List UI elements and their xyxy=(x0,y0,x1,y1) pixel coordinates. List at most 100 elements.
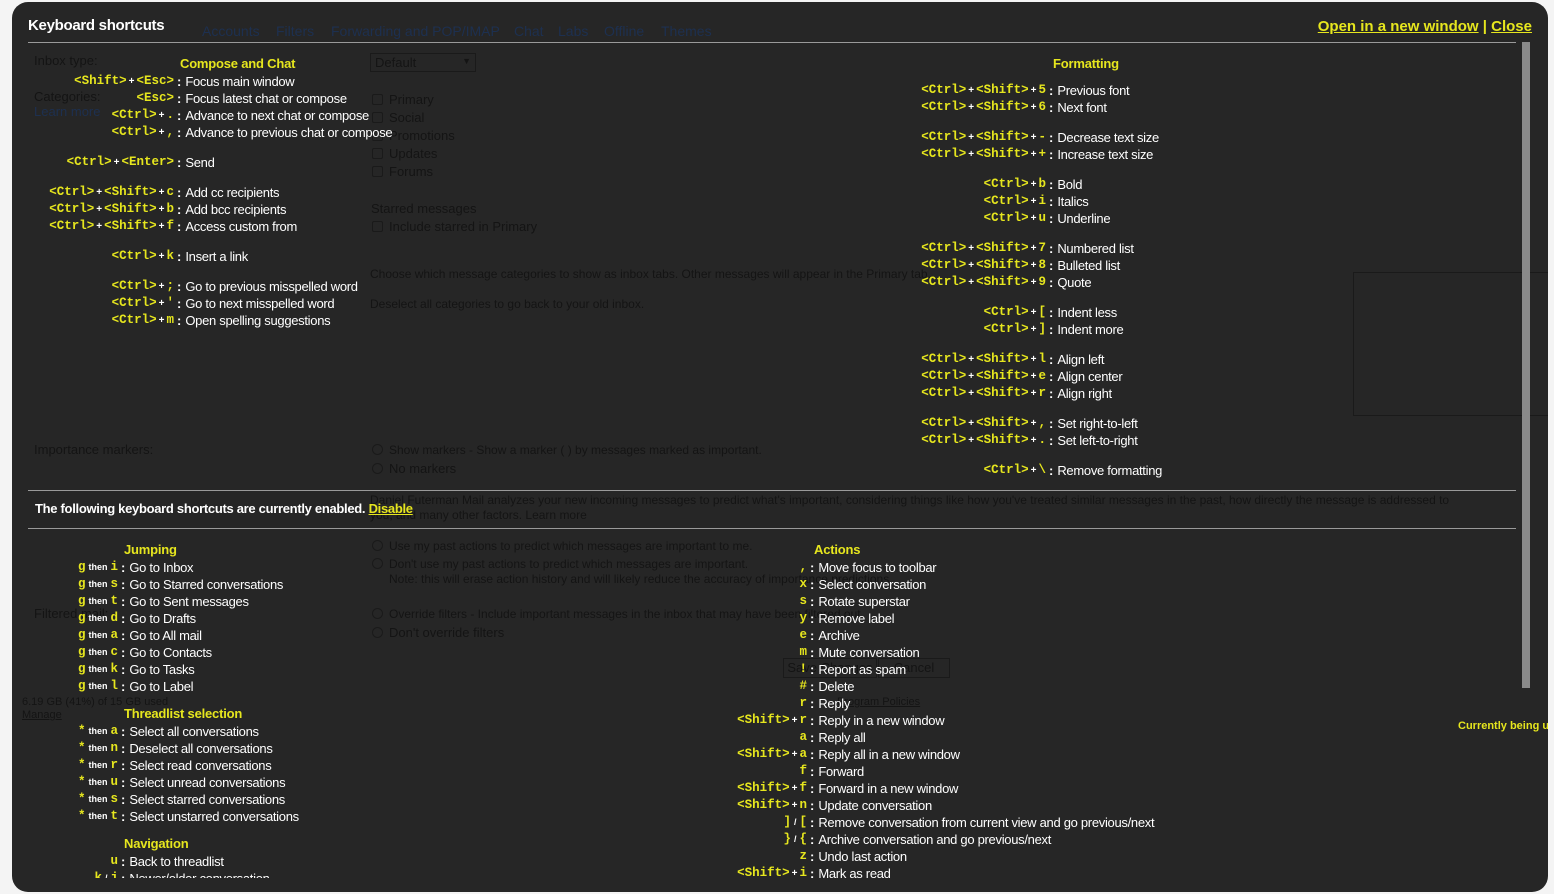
shortcut-description: Deselect all conversations xyxy=(129,741,273,756)
shortcut-description: Open spelling suggestions xyxy=(185,313,331,328)
shortcut-row: <Ctrl> + <Shift> + +: Increase text size xyxy=(886,146,1153,163)
key-token: x xyxy=(799,577,807,591)
key-token: 5 xyxy=(1038,83,1046,97)
key-token: + xyxy=(158,251,165,262)
key-token: <Shift> xyxy=(976,433,1029,447)
shortcut-description: Archive conversation and go previous/nex… xyxy=(818,832,1052,847)
key-token: r xyxy=(1038,386,1046,400)
key-token: a xyxy=(799,730,807,744)
key-separator: : xyxy=(177,249,182,264)
key-token: <Shift> xyxy=(104,202,157,216)
shortcut-description: Select all conversations xyxy=(129,724,259,739)
shortcut-description: Mute conversation xyxy=(818,645,920,660)
shortcut-description: Advance to previous chat or compose xyxy=(185,125,393,140)
shortcut-key: <Ctrl> + ' xyxy=(14,295,174,312)
shortcut-description: Align right xyxy=(1057,386,1112,401)
key-token: i xyxy=(1038,194,1046,208)
shortcut-key: * then n xyxy=(58,740,118,757)
shortcut-row: g then s: Go to Starred conversations xyxy=(58,576,283,593)
shortcut-key: <Ctrl> + <Shift> + - xyxy=(886,129,1046,146)
key-token: + xyxy=(968,102,975,113)
close-link[interactable]: Close xyxy=(1491,18,1532,35)
section-heading-jumping: Jumping xyxy=(124,542,177,557)
shortcut-description: Underline xyxy=(1057,211,1111,226)
shortcut-row: <Ctrl> + <Enter>: Send xyxy=(14,154,215,171)
scrollbar[interactable] xyxy=(1522,42,1530,688)
shortcut-key: <Ctrl> + <Shift> + l xyxy=(886,351,1046,368)
shortcut-row: <Shift> + n: Update conversation xyxy=(707,797,932,814)
key-token: <Shift> xyxy=(976,275,1029,289)
shortcut-key: x xyxy=(707,576,807,593)
key-separator: : xyxy=(810,866,815,878)
shortcut-row: a: Reply all xyxy=(707,729,866,746)
shortcut-description: Focus latest chat or compose xyxy=(185,91,347,106)
key-token: <Ctrl> xyxy=(66,155,112,169)
shortcut-key: g then l xyxy=(58,678,118,695)
key-token: then xyxy=(88,664,108,674)
shortcut-key: <Ctrl> +; xyxy=(14,278,174,295)
key-token: + xyxy=(158,298,165,309)
shortcut-row: <Ctrl> + i: Italics xyxy=(886,193,1089,210)
key-token: d xyxy=(110,611,118,625)
key-token: <Ctrl> xyxy=(921,100,967,114)
key-separator: : xyxy=(810,696,815,711)
shortcut-key: r xyxy=(707,695,807,712)
shortcut-key: * then r xyxy=(58,757,118,774)
key-separator: : xyxy=(1049,241,1054,256)
shortcut-description: Remove formatting xyxy=(1057,463,1163,478)
key-separator: : xyxy=(177,313,182,328)
shortcut-row: * then n: Deselect all conversations xyxy=(58,740,273,757)
key-separator: : xyxy=(1049,275,1054,290)
shortcut-key: , xyxy=(707,559,807,576)
key-separator: : xyxy=(121,679,126,694)
shortcut-row: g then d: Go to Drafts xyxy=(58,610,196,627)
key-token: + xyxy=(96,204,103,215)
key-token: a xyxy=(799,747,807,761)
key-separator: : xyxy=(810,662,815,677)
shortcut-row: * then a: Select all conversations xyxy=(58,723,259,740)
key-token: <Ctrl> xyxy=(49,202,95,216)
shortcut-key: <Ctrl> + <Shift> +7 xyxy=(886,240,1046,257)
shortcut-key: * then a xyxy=(58,723,118,740)
key-separator: : xyxy=(1049,463,1054,478)
shortcut-description: Set right-to-left xyxy=(1057,416,1138,431)
open-in-new-window-link[interactable]: Open in a new window xyxy=(1318,18,1479,35)
shortcut-row: e: Archive xyxy=(707,627,859,644)
shortcut-key: <Ctrl> + i xyxy=(886,193,1046,210)
shortcut-description: Forward in a new window xyxy=(818,781,959,796)
shortcut-key: <Ctrl> + \ xyxy=(886,462,1046,479)
key-token: + xyxy=(113,157,120,168)
key-token: i xyxy=(799,866,807,878)
key-token: <Shift> xyxy=(976,386,1029,400)
shortcut-description: Bold xyxy=(1057,177,1083,192)
key-token: <Enter> xyxy=(121,155,174,169)
key-separator: : xyxy=(810,628,815,643)
shortcut-key: k / j xyxy=(58,870,118,878)
shortcut-row: !: Report as spam xyxy=(707,661,906,678)
key-separator: : xyxy=(1049,322,1054,337)
key-token: <Ctrl> xyxy=(921,147,967,161)
key-token: <Ctrl> xyxy=(921,386,967,400)
shortcut-description: Reply all xyxy=(818,730,866,745)
key-separator: : xyxy=(121,854,126,869)
key-token: + xyxy=(968,243,975,254)
key-token: ] xyxy=(783,815,791,829)
shortcut-row: <Ctrl> + m: Open spelling suggestions xyxy=(14,312,331,329)
key-token: <Ctrl> xyxy=(111,108,157,122)
shortcut-row: f: Forward xyxy=(707,763,864,780)
shortcut-description: Reply xyxy=(818,696,851,711)
shortcut-key: * then t xyxy=(58,808,118,825)
key-separator: : xyxy=(121,594,126,609)
key-token: k xyxy=(166,249,174,263)
key-token: + xyxy=(791,868,798,878)
key-token: + xyxy=(158,315,165,326)
key-separator: : xyxy=(810,798,815,813)
key-separator: : xyxy=(1049,177,1054,192)
shortcut-row: * then s: Select starred conversations xyxy=(58,791,285,808)
key-separator: : xyxy=(177,296,182,311)
key-token: - xyxy=(1038,130,1046,144)
shortcut-description: Go to previous misspelled word xyxy=(185,279,358,294)
key-token: + xyxy=(128,76,135,87)
key-token: s xyxy=(110,792,118,806)
shortcut-description: Decrease text size xyxy=(1057,130,1159,145)
